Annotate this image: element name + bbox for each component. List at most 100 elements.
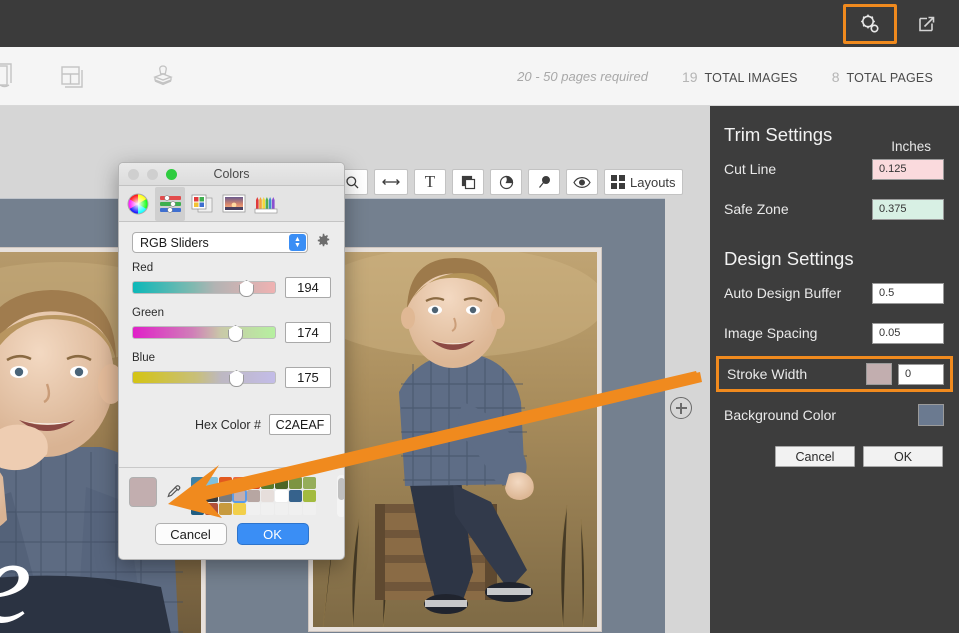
color-swatch[interactable] <box>232 489 247 503</box>
green-slider-knob[interactable] <box>228 325 243 342</box>
color-swatch[interactable] <box>289 477 302 489</box>
color-mode-value: RGB Sliders <box>140 235 209 250</box>
green-slider-track[interactable] <box>132 325 276 342</box>
text-icon[interactable]: T <box>414 169 446 195</box>
color-swatch[interactable] <box>289 503 302 515</box>
green-value-input[interactable]: 174 <box>284 322 331 343</box>
color-swatch[interactable] <box>205 490 218 502</box>
color-swatch[interactable] <box>247 477 260 489</box>
swatch-scrollbar[interactable] <box>337 475 344 517</box>
row-image-spacing: Image Spacing 0.05 <box>724 316 944 350</box>
color-swatch[interactable] <box>261 477 274 489</box>
color-swatch[interactable] <box>233 503 246 515</box>
color-swatch[interactable] <box>219 477 232 489</box>
stamp-icon[interactable] <box>118 47 208 106</box>
background-color-swatch[interactable] <box>918 404 944 426</box>
blue-slider-knob[interactable] <box>229 370 244 387</box>
red-slider-row: 194 <box>132 277 331 298</box>
color-palettes-tab[interactable] <box>187 187 217 221</box>
total-images-label: TOTAL IMAGES <box>704 70 798 85</box>
design-settings-heading: Design Settings <box>724 248 854 269</box>
color-swatch[interactable] <box>191 477 204 489</box>
swatch-grid-wrapper <box>191 475 344 517</box>
color-swatch[interactable] <box>261 490 274 502</box>
colors-ok-button[interactable]: OK <box>236 523 309 545</box>
color-swatch[interactable] <box>261 503 274 515</box>
double-gear-icon[interactable] <box>843 4 897 44</box>
layers-icon[interactable] <box>452 169 484 195</box>
scrollbar-thumb[interactable] <box>338 478 344 500</box>
page-layout-icon[interactable] <box>28 47 118 106</box>
total-pages-label: TOTAL PAGES <box>846 70 933 85</box>
color-swatch[interactable] <box>191 503 204 515</box>
eyedropper-icon[interactable] <box>165 477 183 507</box>
text-tool-label: T <box>424 172 436 191</box>
row-cut-line: Cut Line 0.125 <box>724 152 944 186</box>
color-wheel-tab[interactable] <box>123 187 153 221</box>
crayons-tab[interactable] <box>251 187 281 221</box>
pin-icon[interactable] <box>528 169 560 195</box>
eye-icon[interactable] <box>566 169 598 195</box>
panel-buttons: Cancel OK <box>724 446 944 467</box>
stroke-width-label: Stroke Width <box>727 366 808 382</box>
color-swatch[interactable] <box>219 503 232 515</box>
layouts-button[interactable]: Layouts <box>604 169 683 195</box>
cut-line-input[interactable]: 0.125 <box>872 158 944 180</box>
color-swatch[interactable] <box>219 490 232 502</box>
image-spacing-input[interactable]: 0.05 <box>872 322 944 344</box>
hex-color-input[interactable]: C2AEAF <box>269 414 331 435</box>
red-slider-knob[interactable] <box>239 280 254 297</box>
photo-frame-right[interactable] <box>308 247 602 632</box>
blue-label: Blue <box>132 352 156 364</box>
green-slider-row: 174 <box>132 322 331 343</box>
panel-ok-button[interactable]: OK <box>863 446 943 467</box>
colors-dialog-titlebar[interactable]: Colors <box>119 163 344 186</box>
colors-dialog: Colors RGB Sliders ▲ ▼ Red 194 Green 174… <box>118 162 345 560</box>
auto-design-buffer-input[interactable]: 0.5 <box>872 282 944 304</box>
color-mode-select[interactable]: RGB Sliders ▲ ▼ <box>132 232 308 253</box>
arrows-horizontal-icon[interactable] <box>374 169 408 195</box>
row-auto-design-buffer: Auto Design Buffer 0.5 <box>724 276 944 310</box>
auto-design-buffer-label: Auto Design Buffer <box>724 285 842 301</box>
inches-label: Inches <box>891 139 931 154</box>
color-swatch[interactable] <box>205 503 218 515</box>
photo-right <box>313 252 597 627</box>
color-swatch[interactable] <box>191 490 204 502</box>
project-stats: 20 - 50 pages required 19 TOTAL IMAGES 8… <box>517 47 933 106</box>
svg-text:ve: ve <box>0 515 32 633</box>
color-swatch[interactable] <box>275 490 288 502</box>
opacity-icon[interactable] <box>490 169 522 195</box>
color-swatch[interactable] <box>247 490 260 502</box>
blue-slider-track[interactable] <box>132 370 276 387</box>
app-root: 20 - 50 pages required 19 TOTAL IMAGES 8… <box>0 0 959 633</box>
colors-cancel-button[interactable]: Cancel <box>154 523 227 545</box>
color-swatch[interactable] <box>303 477 316 489</box>
chevron-updown-icon: ▲ ▼ <box>289 234 306 251</box>
color-swatch[interactable] <box>303 490 316 502</box>
duplicate-pages-icon[interactable] <box>0 47 28 106</box>
swatch-grid[interactable] <box>191 477 334 515</box>
gear-icon[interactable] <box>316 233 331 253</box>
red-slider-track[interactable] <box>132 280 276 297</box>
color-sliders-tab[interactable] <box>155 186 185 221</box>
color-swatch[interactable] <box>289 490 302 502</box>
color-swatch[interactable] <box>233 477 246 489</box>
safe-zone-input[interactable]: 0.375 <box>872 198 944 220</box>
blue-value-input[interactable]: 175 <box>284 367 331 388</box>
external-link-icon[interactable] <box>905 5 949 43</box>
red-value-input[interactable]: 194 <box>284 277 331 298</box>
stroke-color-swatch[interactable] <box>866 363 892 385</box>
add-page-button[interactable] <box>670 397 692 419</box>
cut-line-label: Cut Line <box>724 161 777 177</box>
color-swatch[interactable] <box>205 477 218 489</box>
color-swatch[interactable] <box>303 503 316 515</box>
color-swatch[interactable] <box>275 503 288 515</box>
color-swatch[interactable] <box>247 503 260 515</box>
colors-dialog-tabs <box>119 186 344 222</box>
image-palettes-tab[interactable] <box>219 187 249 221</box>
colors-dialog-title: Colors <box>213 167 250 181</box>
color-swatch[interactable] <box>275 477 288 489</box>
stroke-width-input[interactable]: 0 <box>898 363 944 385</box>
panel-cancel-button[interactable]: Cancel <box>775 446 855 467</box>
current-color-swatch[interactable] <box>129 477 157 507</box>
